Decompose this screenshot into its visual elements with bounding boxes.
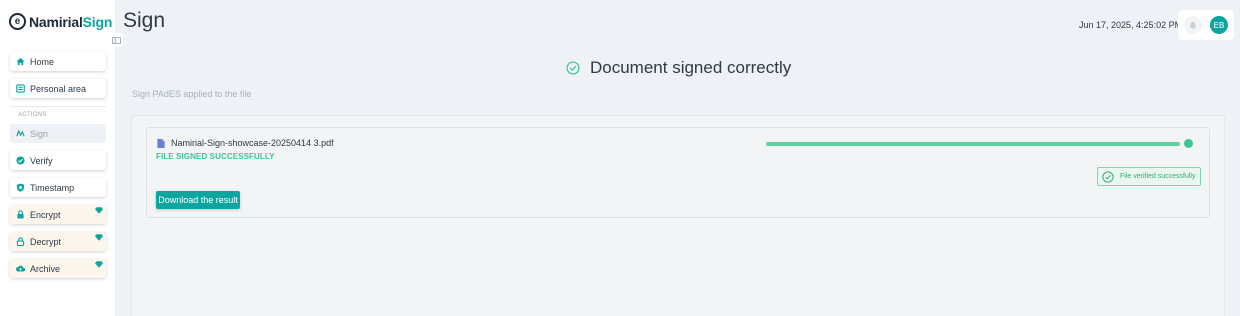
user-panel: EB [1178,10,1234,40]
check-circle-icon [16,156,25,165]
file-status: FILE SIGNED SUCCESSFULLY [156,152,275,161]
lock-icon [16,210,25,219]
header-timestamp: Jun 17, 2025, 4:25:02 PM [1079,20,1183,30]
brand-logo[interactable]: e NamirialSign [9,13,112,30]
sidebar-item-label: Encrypt [30,209,61,220]
success-title: Document signed correctly [590,58,792,77]
sidebar-item-label: Verify [30,155,53,166]
shield-icon [16,183,25,192]
sign-type-subtitle: Sign PAdES applied to the file [132,89,252,99]
cloud-upload-icon [16,264,25,273]
brand-name-first: Namirial [29,13,83,30]
brand-name-second: Sign [82,13,113,30]
file-verified-label: File verified successfully [1120,173,1196,180]
file-verified-badge: File verified successfully [1097,167,1201,186]
sidebar-item-timestamp[interactable]: Timestamp [10,178,106,197]
unlock-icon [16,237,25,246]
sidebar-item-label: Personal area [30,83,87,94]
id-card-icon [16,84,25,93]
progress-fill [766,142,1180,146]
diamond-premium-icon [95,260,103,268]
diamond-premium-icon [95,206,103,214]
home-icon [16,57,25,66]
success-message: Document signed correctly [566,58,791,78]
sidebar-item-label: Decrypt [30,236,62,247]
logo-mark-icon: e [9,13,26,30]
progress-bar [766,142,1180,146]
sidebar-item-decrypt[interactable]: Decrypt [10,232,106,251]
sidebar-item-archive[interactable]: Archive [10,259,106,278]
download-result-button[interactable]: Download the result [156,191,240,209]
sidebar-divider [10,106,106,107]
sidebar: e NamirialSign Home Personal area ACTION… [0,0,115,316]
sidebar-item-label: Sign [30,128,49,139]
sidebar-item-home[interactable]: Home [10,52,106,71]
sidebar-item-label: Archive [30,263,61,274]
sidebar-section-label: ACTIONS [18,112,47,118]
brand-name: NamirialSign [29,14,112,30]
file-name: Namirial-Sign-showcase-20250414 3.pdf [171,138,334,148]
sidebar-item-sign[interactable]: Sign [10,124,106,143]
sidebar-item-label: Timestamp [30,182,75,193]
success-check-icon [566,61,580,75]
sidebar-item-personal-area[interactable]: Personal area [10,79,106,98]
progress-complete-dot [1184,139,1193,148]
sidebar-item-label: Home [30,56,55,67]
sidebar-item-verify[interactable]: Verify [10,151,106,170]
diamond-premium-icon [95,233,103,241]
avatar[interactable]: EB [1210,16,1228,34]
sidebar-collapse-icon[interactable] [109,33,123,47]
page-title: Sign [123,9,166,32]
file-icon [157,138,165,148]
verified-check-icon [1102,170,1114,183]
bell-icon[interactable] [1184,16,1202,34]
sidebar-item-encrypt[interactable]: Encrypt [10,205,106,224]
file-name-row: Namirial-Sign-showcase-20250414 3.pdf [157,138,334,148]
signature-icon [16,129,25,138]
